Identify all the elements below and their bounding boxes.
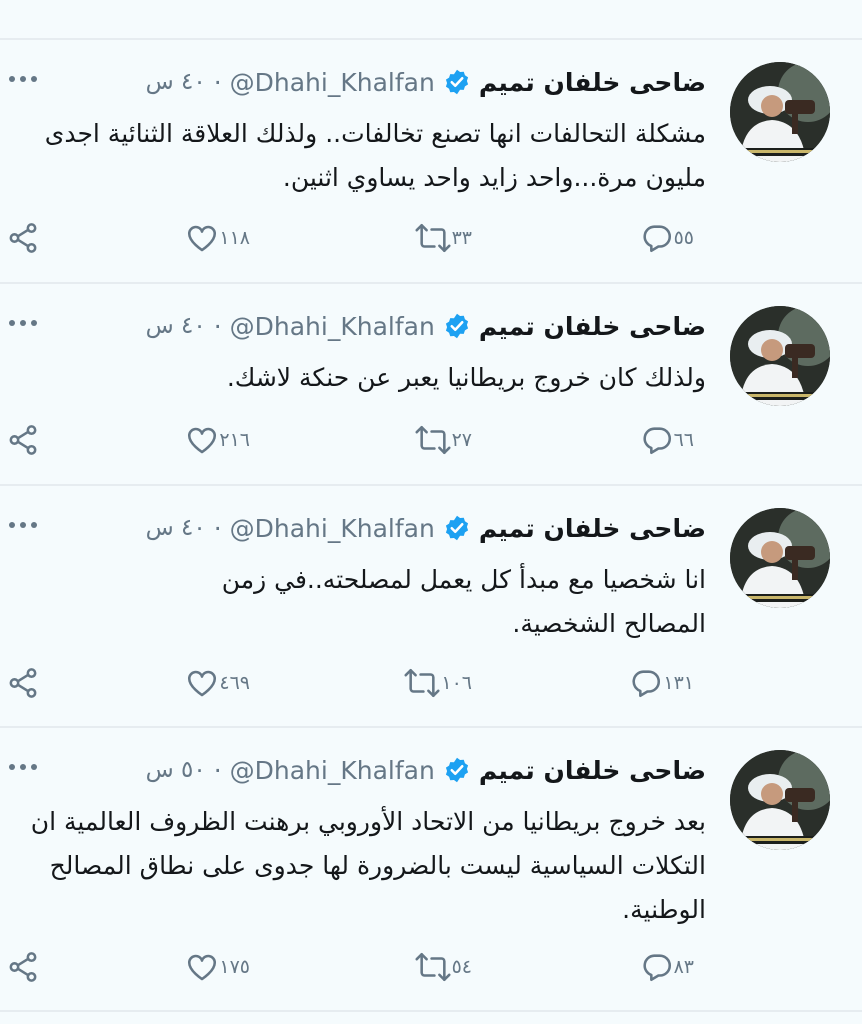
share-icon <box>9 668 37 698</box>
heart-icon <box>188 954 217 981</box>
avatar-photo <box>730 62 830 162</box>
tweet[interactable]: ضاحى خلفان تميم @Dhahi_Khalfan · ٤٠ س مش… <box>0 40 862 282</box>
verified-badge-icon <box>443 312 471 340</box>
tweet-actions: ١٣١ ١٠٦ ٤٦٩ <box>0 663 862 703</box>
tweet-header: ضاحى خلفان تميم @Dhahi_Khalfan · ٤٠ س <box>146 306 706 346</box>
tweet-header: ضاحى خلفان تميم @Dhahi_Khalfan · ٥٠ س <box>146 750 706 790</box>
retweet-count: ١٠٦ <box>441 672 472 694</box>
like-button[interactable]: ٢١٦ <box>185 420 262 460</box>
tweet-text: ولذلك كان خروج بريطانيا يعبر عن حنكة لاش… <box>226 363 706 392</box>
previous-tweet-action-icons <box>0 0 862 10</box>
heart-icon <box>188 670 217 697</box>
share-button[interactable] <box>6 420 40 460</box>
tweet-actions: ٦٦ ٢٧ ٢١٦ <box>0 420 862 460</box>
separator-dot: · <box>213 755 222 785</box>
retweet-icon <box>404 668 440 698</box>
reply-button[interactable]: ١٣١ <box>629 663 706 703</box>
reply-icon <box>643 954 671 982</box>
share-button[interactable] <box>6 663 40 703</box>
share-button[interactable] <box>6 947 40 987</box>
timeline: ضاحى خلفان تميم @Dhahi_Khalfan · ٤٠ س مش… <box>0 0 862 1024</box>
retweet-button[interactable]: ٥٤ <box>414 947 484 987</box>
avatar[interactable] <box>730 508 830 608</box>
user-handle[interactable]: @Dhahi_Khalfan <box>230 514 435 543</box>
tweet-time[interactable]: ٥٠ س <box>146 757 206 783</box>
retweet-button[interactable]: ٢٧ <box>414 420 484 460</box>
tweet-text: مشكلة التحالفات انها تصنع تخالفات.. ولذل… <box>44 119 706 192</box>
verified-badge-icon <box>443 756 471 784</box>
tweet-header: ضاحى خلفان تميم @Dhahi_Khalfan · ٤٠ س <box>146 62 706 102</box>
display-name[interactable]: ضاحى خلفان تميم <box>479 68 706 97</box>
like-count: ١٧٥ <box>219 956 250 978</box>
share-icon <box>9 425 37 455</box>
more-icon[interactable] <box>8 70 38 82</box>
reply-count: ٥٥ <box>673 227 694 249</box>
previous-tweet-actions <box>0 0 862 10</box>
more-icon[interactable] <box>8 758 38 770</box>
tweet-actions: ٥٥ ٣٣ ١١٨ <box>0 218 862 258</box>
heart-icon <box>188 427 217 454</box>
like-count: ٢١٦ <box>219 429 250 451</box>
retweet-icon <box>415 223 451 253</box>
like-button[interactable]: ١٧٥ <box>185 947 262 987</box>
retweet-button[interactable]: ٣٣ <box>414 218 484 258</box>
separator-dot: · <box>213 67 222 97</box>
tweet-time[interactable]: ٤٠ س <box>146 69 206 95</box>
like-count: ١١٨ <box>219 227 250 249</box>
retweet-count: ٢٧ <box>451 429 472 451</box>
tweet[interactable]: ضاحى خلفان تميم @Dhahi_Khalfan · ٤٠ س ول… <box>0 284 862 484</box>
verified-badge-icon <box>443 68 471 96</box>
separator-dot: · <box>213 311 222 341</box>
reply-button[interactable]: ٨٣ <box>640 947 706 987</box>
retweet-count: ٥٤ <box>451 956 472 978</box>
share-icon <box>9 952 37 982</box>
user-handle[interactable]: @Dhahi_Khalfan <box>230 756 435 785</box>
avatar-photo <box>730 508 830 608</box>
verified-badge-icon <box>443 514 471 542</box>
reply-icon <box>643 427 671 455</box>
separator-dot: · <box>213 513 222 543</box>
divider <box>0 1010 862 1012</box>
avatar[interactable] <box>730 750 830 850</box>
display-name[interactable]: ضاحى خلفان تميم <box>479 756 706 785</box>
tweet-header: ضاحى خلفان تميم @Dhahi_Khalfan · ٤٠ س <box>146 508 706 548</box>
tweet-actions: ٨٣ ٥٤ ١٧٥ <box>0 947 862 987</box>
avatar-photo <box>730 750 830 850</box>
tweet[interactable]: ضاحى خلفان تميم @Dhahi_Khalfan · ٥٠ س بع… <box>0 728 862 1010</box>
display-name[interactable]: ضاحى خلفان تميم <box>479 514 706 543</box>
like-count: ٤٦٩ <box>219 672 250 694</box>
reply-icon <box>643 225 671 253</box>
like-button[interactable]: ٤٦٩ <box>185 663 262 703</box>
avatar[interactable] <box>730 62 830 162</box>
share-button[interactable] <box>6 218 40 258</box>
reply-button[interactable]: ٦٦ <box>640 420 706 460</box>
like-button[interactable]: ١١٨ <box>185 218 262 258</box>
tweet[interactable]: ضاحى خلفان تميم @Dhahi_Khalfan · ٤٠ س ان… <box>0 486 862 726</box>
retweet-button[interactable]: ١٠٦ <box>403 663 484 703</box>
retweet-icon <box>415 952 451 982</box>
reply-button[interactable]: ٥٥ <box>640 218 706 258</box>
tweet-time[interactable]: ٤٠ س <box>146 515 206 541</box>
heart-icon <box>188 225 217 252</box>
tweet-text: انا شخصيا مع مبدأ كل يعمل لمصلحته..في زم… <box>221 565 706 638</box>
avatar-photo <box>730 306 830 406</box>
display-name[interactable]: ضاحى خلفان تميم <box>479 312 706 341</box>
more-icon[interactable] <box>8 314 38 326</box>
reply-icon <box>632 670 661 698</box>
avatar[interactable] <box>730 306 830 406</box>
reply-count: ١٣١ <box>663 672 694 694</box>
retweet-count: ٣٣ <box>451 227 472 249</box>
user-handle[interactable]: @Dhahi_Khalfan <box>230 68 435 97</box>
reply-count: ٨٣ <box>673 956 694 978</box>
share-icon <box>9 223 37 253</box>
user-handle[interactable]: @Dhahi_Khalfan <box>230 312 435 341</box>
more-icon[interactable] <box>8 516 38 528</box>
tweet-time[interactable]: ٤٠ س <box>146 313 206 339</box>
retweet-icon <box>415 425 451 455</box>
reply-count: ٦٦ <box>673 429 694 451</box>
tweet-text: بعد خروج بريطانيا من الاتحاد الأوروبي بر… <box>30 807 706 924</box>
